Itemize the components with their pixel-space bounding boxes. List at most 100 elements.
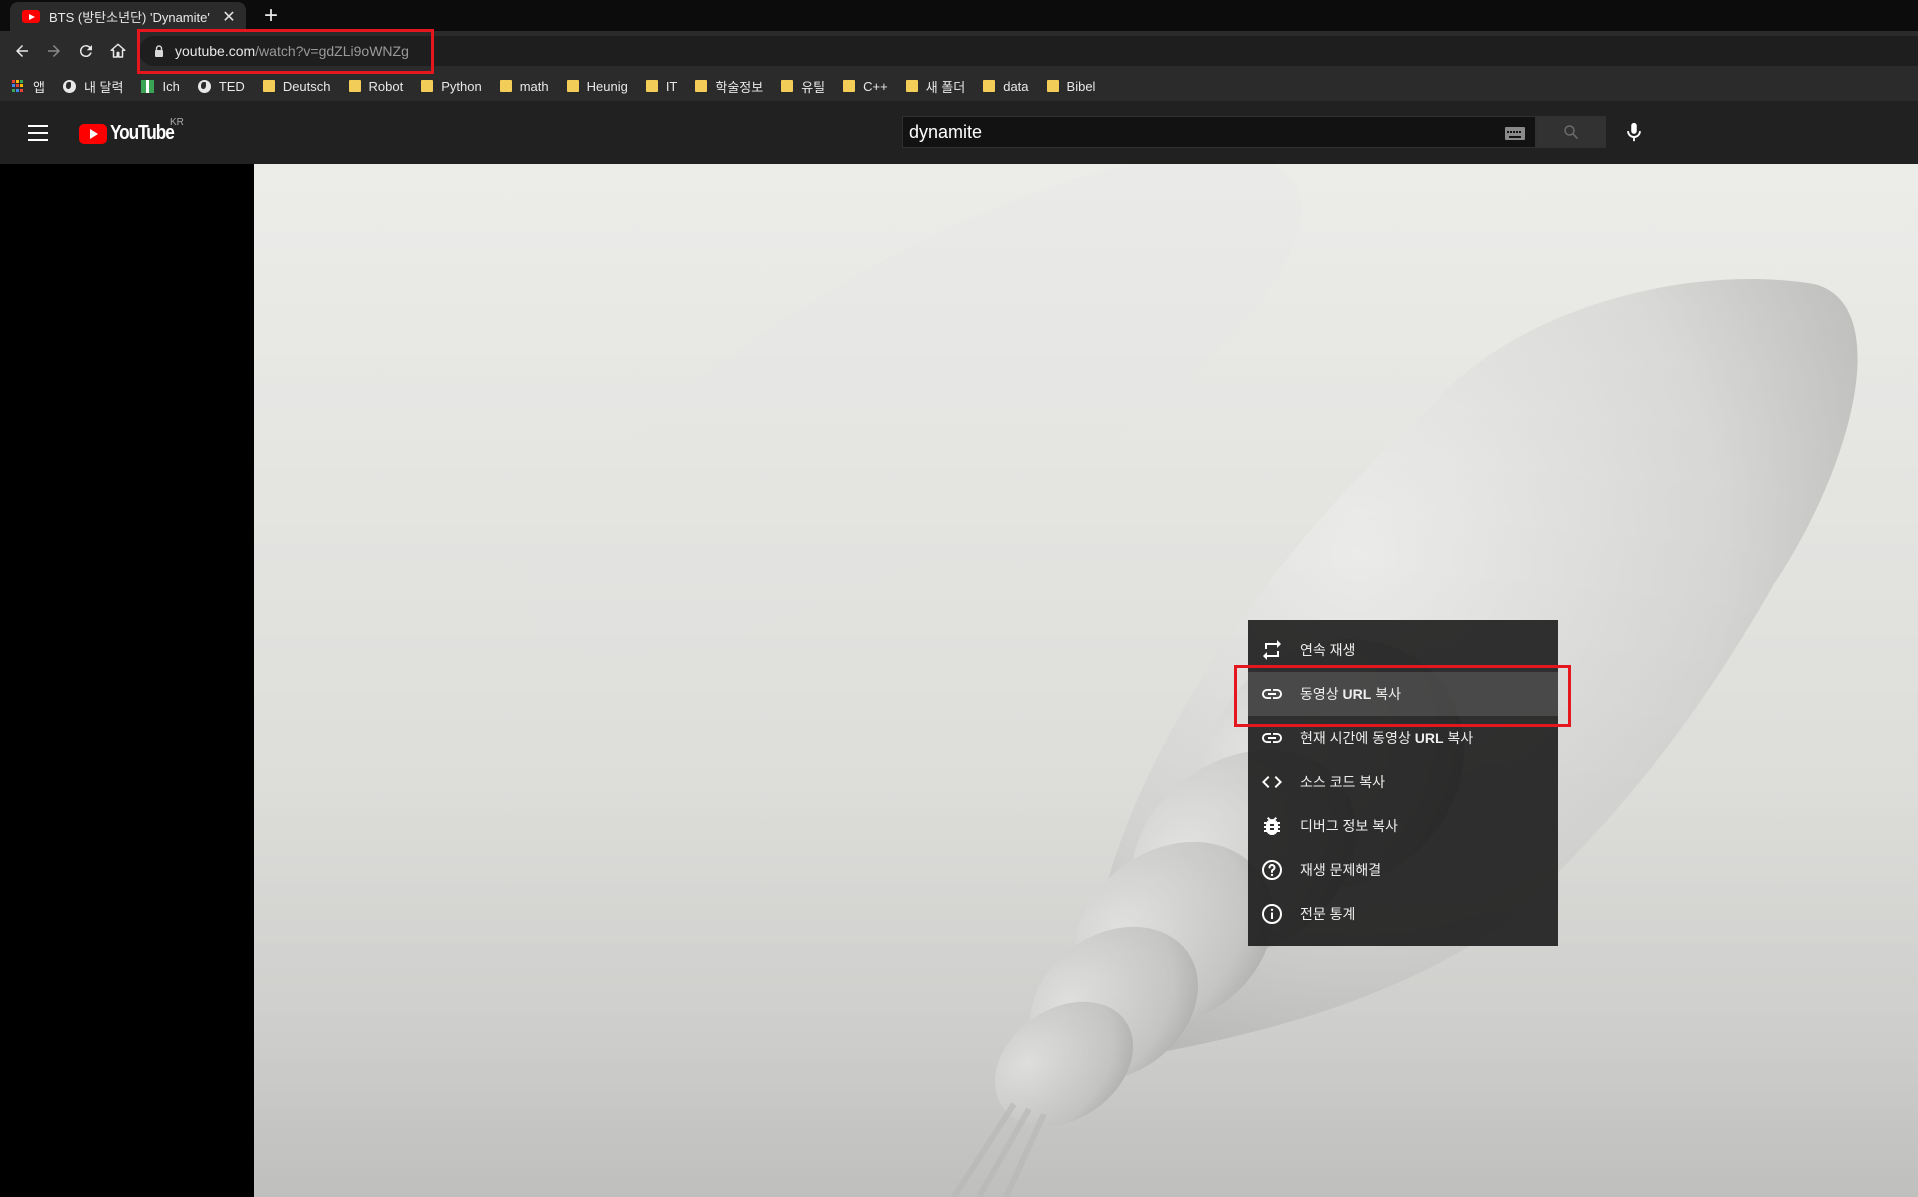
bookmark-item[interactable]: 앱 (12, 77, 45, 96)
reload-icon (79, 45, 92, 58)
context-menu-label: 동영상 URL 복사 (1300, 686, 1401, 702)
code-icon (1260, 770, 1284, 794)
logo-wordmark: YouTube (110, 122, 175, 144)
bookmark-item[interactable]: IT (645, 78, 678, 94)
youtube-logo[interactable]: YouTube KR (79, 117, 184, 145)
context-menu-label: 디버그 정보 복사 (1300, 818, 1398, 834)
menu-icon[interactable] (26, 122, 50, 144)
folder-icon (645, 80, 658, 92)
bookmark-label: Deutsch (282, 78, 331, 94)
home-icon (110, 43, 126, 58)
keyboard-icon[interactable] (1505, 126, 1525, 140)
forward-button[interactable] (40, 37, 68, 65)
player-letterbox (0, 164, 254, 1197)
link-icon (1260, 726, 1284, 750)
youtube-play-icon (79, 123, 107, 144)
loop-icon (1260, 638, 1284, 662)
bookmark-item[interactable]: Bibel (1046, 78, 1096, 94)
folder-icon (695, 80, 708, 92)
bug-icon (1260, 814, 1284, 838)
bookmark-item[interactable]: Deutsch (262, 78, 331, 94)
folder-icon (566, 80, 579, 92)
context-menu-item[interactable]: 전문 통계 (1248, 892, 1558, 936)
context-menu-item[interactable]: 디버그 정보 복사 (1248, 804, 1558, 848)
context-menu-label: 재생 문제해결 (1300, 862, 1382, 878)
bookmarks-bar: 앱 내 달력 Ich TED Deutsch Robot Python math Heunig I… (0, 71, 1918, 101)
context-menu-item[interactable]: 동영상 URL 복사 (1248, 672, 1558, 716)
bookmark-item[interactable]: 내 달력 (62, 77, 124, 96)
context-menu-label: 현재 시간에 동영상 URL 복사 (1300, 730, 1474, 746)
bookmark-label: Python (441, 78, 482, 94)
search-button[interactable] (1536, 116, 1606, 148)
tab-close-icon[interactable]: ✕ (220, 7, 238, 27)
folder-icon (1046, 80, 1059, 92)
bookmark-label: 내 달력 (83, 79, 124, 95)
context-menu-item[interactable]: 재생 문제해결 (1248, 848, 1558, 892)
apps-grid-icon (12, 79, 25, 93)
url-path: /watch?v=gdZLi9oWNZg (255, 43, 409, 59)
context-menu-item[interactable]: 현재 시간에 동영상 URL 복사 (1248, 716, 1558, 760)
tab-title: BTS (방탄소년단) 'Dynamite' Official MV (49, 10, 214, 25)
bookmark-label: math (519, 78, 549, 94)
youtube-favicon-icon (22, 10, 40, 23)
bookmark-label: 앱 (33, 79, 45, 95)
bookmark-item[interactable]: math (499, 78, 549, 94)
bookmark-item[interactable]: data (983, 78, 1029, 94)
context-menu-label: 연속 재생 (1300, 642, 1356, 658)
folder-icon (843, 80, 856, 92)
search-icon (1564, 125, 1578, 139)
bookmark-label: 학술정보 (715, 79, 764, 95)
bookmark-item[interactable]: Robot (348, 78, 404, 94)
folder-icon (983, 80, 996, 92)
help-icon (1260, 858, 1284, 882)
browser-toolbar: youtube.com/watch?v=gdZLi9oWNZg (0, 31, 1918, 71)
country-code: KR (170, 117, 184, 128)
search-box[interactable] (902, 116, 1536, 148)
youtube-header: YouTube KR (0, 101, 1918, 164)
bookmark-label: 새 폴더 (925, 79, 966, 95)
back-button[interactable] (8, 37, 36, 65)
bookmark-item[interactable]: 유틸 (781, 77, 825, 96)
context-menu-label: 소스 코드 복사 (1300, 774, 1386, 790)
bookmark-label: Robot (368, 78, 404, 94)
bookmark-item[interactable]: C++ (843, 79, 888, 94)
voice-search-button[interactable] (1619, 117, 1649, 147)
home-button[interactable] (104, 37, 132, 65)
bookmark-label: Ich (162, 78, 180, 94)
folder-icon (781, 80, 794, 92)
bookmark-label: Heunig (586, 78, 628, 94)
address-bar[interactable]: youtube.com/watch?v=gdZLi9oWNZg (139, 36, 1918, 66)
video-frame-image (254, 164, 1918, 1197)
bookmark-item[interactable]: 학술정보 (695, 77, 763, 96)
lock-icon (155, 45, 163, 57)
bookmark-item[interactable]: TED (197, 78, 245, 94)
player-context-menu: 연속 재생동영상 URL 복사현재 시간에 동영상 URL 복사소스 코드 복사… (1248, 620, 1558, 946)
video-player[interactable] (254, 164, 1918, 1197)
bookmark-label: data (1003, 78, 1029, 94)
search-input[interactable] (909, 121, 1505, 143)
flag-icon (141, 79, 155, 93)
bookmark-item[interactable]: Python (421, 78, 482, 94)
reload-button[interactable] (72, 37, 100, 65)
bookmark-label: IT (665, 78, 678, 94)
url-host: youtube.com (175, 43, 256, 59)
bookmark-item[interactable]: Heunig (566, 78, 628, 94)
bookmark-item[interactable]: 새 폴더 (905, 77, 966, 96)
globe-icon (62, 79, 76, 93)
folder-icon (499, 80, 512, 92)
browser-tab[interactable]: BTS (방탄소년단) 'Dynamite' Official MV ✕ (10, 2, 246, 31)
microphone-icon (1627, 122, 1641, 142)
bookmark-label: C++ (863, 78, 888, 94)
bookmark-label: TED (218, 78, 245, 94)
folder-icon (262, 80, 275, 92)
context-menu-item[interactable]: 소스 코드 복사 (1248, 760, 1558, 804)
arrow-right-icon (48, 45, 60, 57)
browser-tab-strip: BTS (방탄소년단) 'Dynamite' Official MV ✕ + (0, 0, 1918, 31)
bookmark-item[interactable]: Ich (141, 78, 180, 94)
context-menu-item[interactable]: 연속 재생 (1248, 628, 1558, 672)
link-icon (1260, 682, 1284, 706)
new-tab-button[interactable]: + (257, 2, 285, 30)
globe-icon (197, 79, 211, 93)
bookmark-label: 유틸 (801, 79, 826, 95)
bookmark-label: Bibel (1066, 78, 1096, 94)
